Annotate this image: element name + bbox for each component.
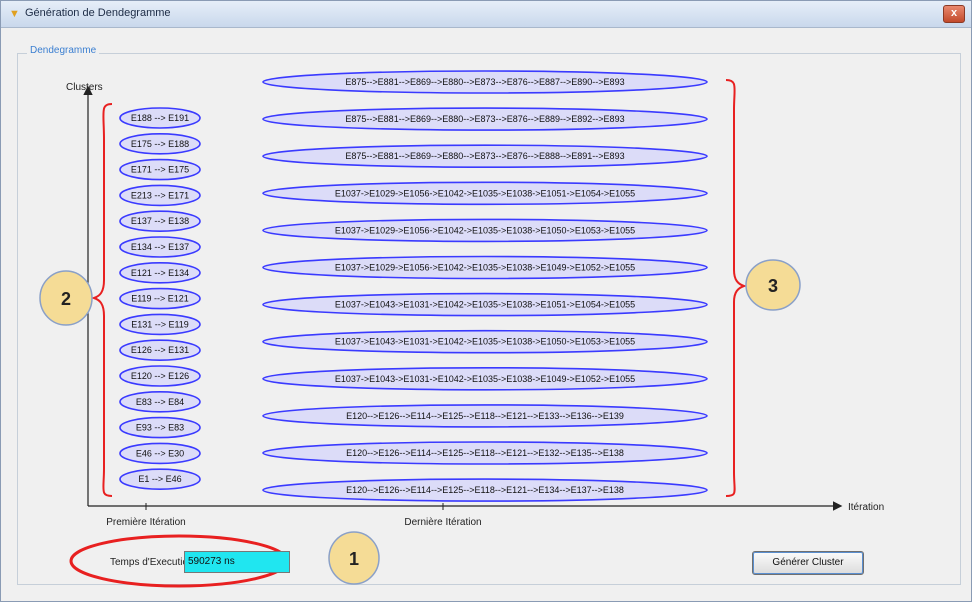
first-iteration-node: E1 --> E46 <box>119 468 201 491</box>
last-iteration-node: E1037->E1029->E1056->E1042->E1035->E1038… <box>262 181 708 206</box>
first-iteration-node: E46 --> E30 <box>119 442 201 465</box>
first-iteration-node: E121 --> E134 <box>119 261 201 284</box>
last-iteration-node: E120-->E126-->E114-->E125-->E118-->E121-… <box>262 441 708 465</box>
last-iteration-node: E1037->E1043->E1031->E1042->E1035->E1038… <box>262 366 708 391</box>
first-iteration-node-label: E1 --> E46 <box>138 474 181 484</box>
last-iteration-node-label: E1037->E1043->E1031->E1042->E1035->E1038… <box>335 300 635 310</box>
first-iteration-node-label: E46 --> E30 <box>136 448 184 458</box>
first-iteration-node: E131 --> E119 <box>119 313 201 336</box>
x-tick-first-label: Première Itération <box>106 517 185 528</box>
generate-cluster-button[interactable]: Générer Cluster <box>752 551 864 575</box>
badge-3-label: 3 <box>768 276 778 296</box>
last-iteration-node: E120-->E126-->E114-->E125-->E118-->E121-… <box>262 478 708 502</box>
last-iteration-node-label: E120-->E126-->E114-->E125-->E118-->E121-… <box>346 485 624 495</box>
badge-1: 1 <box>328 531 380 585</box>
last-iteration-node-label: E1037->E1029->E1056->E1042->E1035->E1038… <box>335 225 635 235</box>
x-axis-label: Itération <box>848 502 884 513</box>
first-iteration-node: E126 --> E131 <box>119 339 201 362</box>
first-iteration-node-label: E188 --> E191 <box>131 113 189 123</box>
first-iteration-node: E171 --> E175 <box>119 158 201 181</box>
first-iteration-node-label: E175 --> E188 <box>131 139 189 149</box>
last-iteration-node-label: E1037->E1029->E1056->E1042->E1035->E1038… <box>335 188 635 198</box>
y-axis-label: Clusters <box>66 82 103 93</box>
first-iteration-node-label: E121 --> E134 <box>131 268 189 278</box>
last-iteration-node-label: E875-->E881-->E869-->E880-->E873-->E876-… <box>345 151 624 161</box>
first-iteration-node: E137 --> E138 <box>119 210 201 232</box>
badge-1-label: 1 <box>349 549 359 569</box>
execution-time-label: Temps d'Execution <box>110 557 194 568</box>
last-iteration-node: E1037->E1029->E1056->E1042->E1035->E1038… <box>262 218 708 243</box>
last-iteration-node: E1037->E1043->E1031->E1042->E1035->E1038… <box>262 329 708 354</box>
last-iteration-node-label: E875-->E881-->E869-->E880-->E873-->E876-… <box>345 77 624 87</box>
first-iteration-node-label: E83 --> E84 <box>136 397 184 407</box>
first-iteration-node-label: E119 --> E121 <box>131 294 189 304</box>
last-iteration-node-label: E1037->E1029->E1056->E1042->E1035->E1038… <box>335 263 635 273</box>
right-brace <box>725 79 748 497</box>
first-iteration-node: E119 --> E121 <box>119 287 201 310</box>
x-tick-last-label: Dernière Itération <box>404 517 481 528</box>
badge-2-label: 2 <box>61 289 71 309</box>
first-iteration-node-label: E134 --> E137 <box>131 242 189 252</box>
first-iteration-node-label: E120 --> E126 <box>131 371 189 381</box>
first-iteration-node-label: E213 --> E171 <box>131 190 189 200</box>
first-iteration-node: E213 --> E171 <box>119 184 201 207</box>
dendrogram-canvas: Clusters Itération Première Itération De… <box>39 70 884 588</box>
last-iteration-node: E875-->E881-->E869-->E880-->E873-->E876-… <box>262 107 708 131</box>
last-iteration-node: E1037->E1043->E1031->E1042->E1035->E1038… <box>262 292 708 317</box>
last-iteration-node: E1037->E1029->E1056->E1042->E1035->E1038… <box>262 255 708 280</box>
last-iteration-node-label: E875-->E881-->E869-->E880-->E873-->E876-… <box>345 114 624 124</box>
last-iteration-node-label: E1037->E1043->E1031->E1042->E1035->E1038… <box>335 374 635 384</box>
last-iteration-node: E875-->E881-->E869-->E880-->E873-->E876-… <box>262 144 708 168</box>
last-iteration-node: E875-->E881-->E869-->E880-->E873-->E876-… <box>262 70 708 94</box>
first-iteration-node: E83 --> E84 <box>119 390 201 413</box>
first-iteration-node: E134 --> E137 <box>119 236 201 258</box>
first-iteration-node: E93 --> E83 <box>119 416 201 439</box>
first-iteration-node-label: E126 --> E131 <box>131 345 189 355</box>
execution-time-field[interactable]: 590273 ns <box>184 551 290 573</box>
badge-2: 2 <box>39 270 93 326</box>
last-iteration-node-label: E120-->E126-->E114-->E125-->E118-->E121-… <box>346 411 624 421</box>
last-iteration-node-label: E1037->E1043->E1031->E1042->E1035->E1038… <box>335 337 635 347</box>
first-iteration-node-label: E137 --> E138 <box>131 216 189 226</box>
first-iteration-node: E120 --> E126 <box>119 365 201 387</box>
first-iteration-node-label: E93 --> E83 <box>136 423 184 433</box>
left-brace <box>90 103 113 497</box>
last-iteration-node-label: E120-->E126-->E114-->E125-->E118-->E121-… <box>346 448 624 458</box>
badge-3: 3 <box>745 259 801 311</box>
last-iteration-node: E120-->E126-->E114-->E125-->E118-->E121-… <box>262 404 708 428</box>
first-iteration-nodes: E188 --> E191 E175 --> E188 E171 --> E175 E… <box>119 107 201 491</box>
first-iteration-node: E188 --> E191 <box>119 107 201 129</box>
last-iteration-nodes: E875-->E881-->E869-->E880-->E873-->E876-… <box>262 70 708 502</box>
first-iteration-node-label: E131 --> E119 <box>131 319 189 329</box>
first-iteration-node-label: E171 --> E175 <box>131 165 189 175</box>
first-iteration-node: E175 --> E188 <box>119 133 201 155</box>
